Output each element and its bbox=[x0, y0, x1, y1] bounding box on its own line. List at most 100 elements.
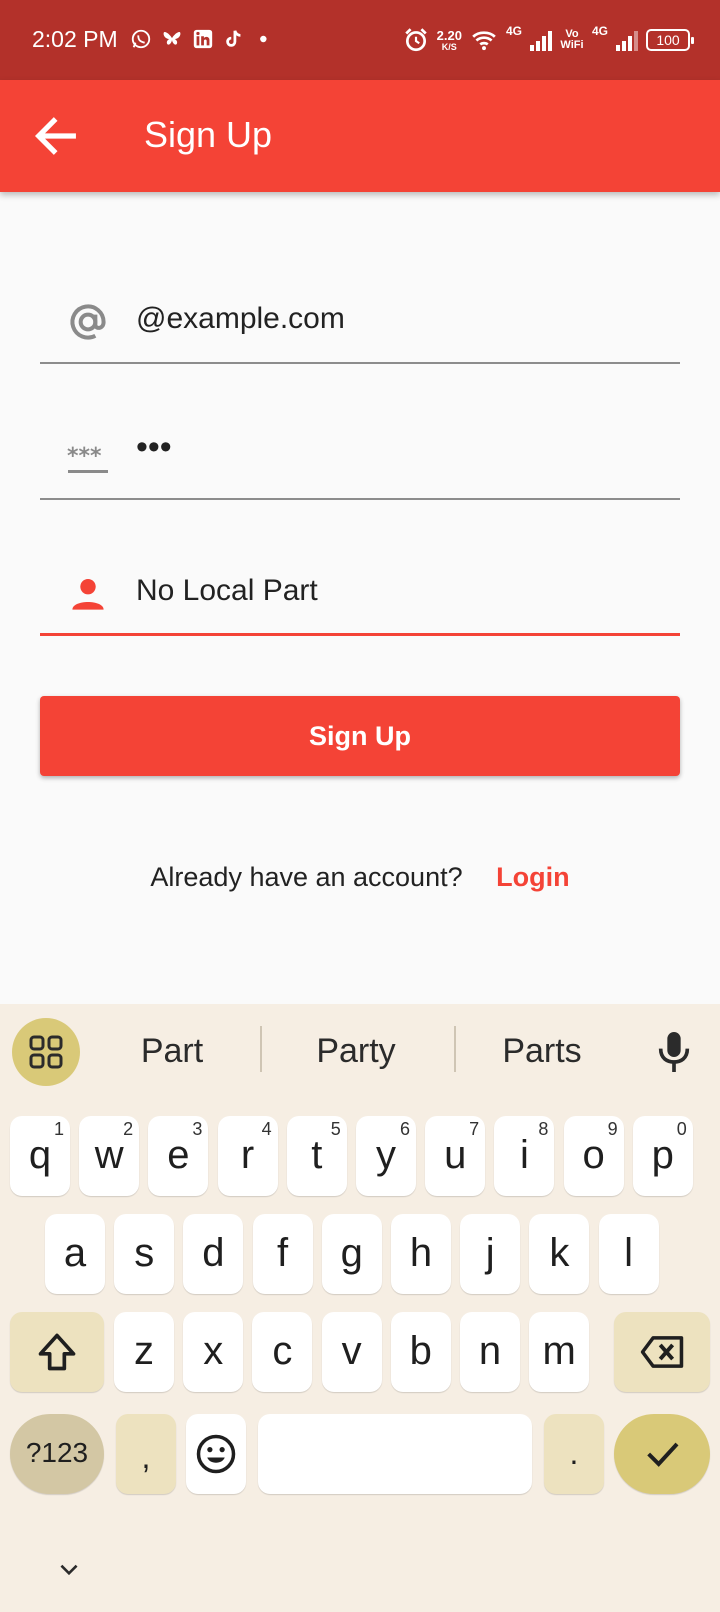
key-y[interactable]: y6 bbox=[356, 1116, 416, 1196]
key-label: t bbox=[311, 1133, 323, 1177]
key-n[interactable]: n bbox=[460, 1312, 520, 1392]
keyboard-menu-button[interactable] bbox=[12, 1018, 80, 1086]
email-input-value[interactable]: @example.com bbox=[136, 302, 345, 336]
key-a[interactable]: a bbox=[45, 1214, 105, 1294]
key-c[interactable]: c bbox=[252, 1312, 313, 1392]
password-field[interactable]: *** ••• bbox=[40, 416, 680, 500]
key-label: q bbox=[28, 1133, 52, 1177]
space-key[interactable] bbox=[258, 1414, 532, 1494]
key-label: a bbox=[63, 1231, 87, 1275]
apps-grid-icon bbox=[29, 1035, 63, 1069]
emoji-key[interactable] bbox=[186, 1414, 246, 1494]
key-l[interactable]: l bbox=[598, 1214, 659, 1294]
more-notifications-dot-icon bbox=[260, 35, 267, 43]
key-r[interactable]: r4 bbox=[217, 1116, 278, 1196]
linkedin-icon bbox=[193, 29, 213, 49]
network-speed: 2.20 K/S bbox=[436, 27, 462, 52]
key-d[interactable]: d bbox=[183, 1214, 244, 1294]
key-number-hint: 3 bbox=[192, 1119, 203, 1139]
email-field[interactable]: @example.com bbox=[40, 280, 680, 364]
suggestion-2[interactable]: Party bbox=[266, 1032, 446, 1071]
key-label: g bbox=[340, 1231, 363, 1275]
key-label: v bbox=[341, 1329, 362, 1373]
signal-strength-1-icon bbox=[529, 29, 552, 51]
key-label: s bbox=[134, 1231, 155, 1275]
emoji-icon bbox=[196, 1434, 236, 1474]
key-label: f bbox=[277, 1231, 289, 1275]
microphone-icon[interactable] bbox=[654, 1030, 694, 1074]
lte-label-1: 4G bbox=[505, 24, 522, 38]
key-label: l bbox=[624, 1231, 634, 1275]
key-label: z bbox=[134, 1329, 154, 1373]
wifi-icon bbox=[472, 31, 496, 51]
key-label: h bbox=[409, 1231, 433, 1275]
key-w[interactable]: w2 bbox=[79, 1116, 140, 1196]
suggestion-1[interactable]: Part bbox=[82, 1032, 262, 1071]
key-label: j bbox=[485, 1231, 495, 1275]
key-k[interactable]: k bbox=[529, 1214, 590, 1294]
keyboard: Part Party Parts ?123 , . q 1 w 2 e 3 r … bbox=[0, 1004, 720, 1612]
key-u[interactable]: u7 bbox=[425, 1116, 486, 1196]
key-number-hint: 9 bbox=[607, 1119, 618, 1139]
symbols-key[interactable]: ?123 bbox=[10, 1414, 104, 1494]
shift-arrow-icon bbox=[38, 1333, 76, 1371]
key-number-hint: 5 bbox=[330, 1119, 341, 1139]
key-label: y bbox=[376, 1133, 396, 1177]
hide-keyboard-chevron-icon[interactable] bbox=[56, 1560, 82, 1580]
battery-indicator: 100 bbox=[646, 29, 694, 51]
key-number-hint: 4 bbox=[261, 1119, 272, 1139]
backspace-key[interactable] bbox=[614, 1312, 710, 1392]
name-input-value[interactable]: No Local Part bbox=[136, 574, 318, 608]
key-p[interactable]: p0 bbox=[632, 1116, 693, 1196]
checkmark-icon bbox=[647, 1442, 679, 1467]
key-number-hint: 8 bbox=[538, 1119, 549, 1139]
done-key[interactable] bbox=[614, 1414, 710, 1494]
suggestion-3[interactable]: Parts bbox=[452, 1032, 632, 1071]
key-z[interactable]: z bbox=[114, 1312, 174, 1392]
login-prompt: Already have an account? bbox=[150, 862, 463, 892]
key-o[interactable]: o9 bbox=[563, 1116, 624, 1196]
back-arrow-icon[interactable] bbox=[30, 110, 82, 162]
key-i[interactable]: i8 bbox=[494, 1116, 555, 1196]
person-icon bbox=[72, 578, 104, 610]
key-g[interactable]: g bbox=[321, 1214, 382, 1294]
key-number-hint: 6 bbox=[399, 1119, 410, 1139]
key-t[interactable]: t5 bbox=[286, 1116, 347, 1196]
key-m[interactable]: m bbox=[529, 1312, 590, 1392]
password-input-value[interactable]: ••• bbox=[136, 428, 172, 467]
key-label: d bbox=[202, 1231, 225, 1275]
key-b[interactable]: b bbox=[390, 1312, 451, 1392]
key-number-hint: 0 bbox=[676, 1119, 687, 1139]
key-h[interactable]: h bbox=[391, 1214, 451, 1294]
key-x[interactable]: x bbox=[183, 1312, 244, 1392]
status-bar: 2:02 PM 2.20 K/S 4G Vo WiFi 4G 100 bbox=[0, 0, 720, 80]
page-title: Sign Up bbox=[144, 114, 273, 155]
bluesky-icon bbox=[163, 32, 181, 45]
key-label: c bbox=[272, 1329, 293, 1373]
key-label: i bbox=[519, 1133, 529, 1177]
key-q[interactable]: q1 bbox=[10, 1116, 70, 1196]
key-number-hint: 1 bbox=[53, 1119, 64, 1139]
login-link[interactable]: Login bbox=[496, 862, 569, 892]
name-field[interactable]: No Local Part bbox=[40, 552, 680, 636]
status-right-icons: 2.20 K/S 4G Vo WiFi 4G 100 bbox=[403, 22, 694, 58]
key-v[interactable]: v bbox=[321, 1312, 382, 1392]
key-f[interactable]: f bbox=[252, 1214, 313, 1294]
sign-up-button[interactable]: Sign Up bbox=[40, 696, 680, 776]
key-j[interactable]: j bbox=[460, 1214, 521, 1294]
svg-text:***: *** bbox=[67, 444, 102, 469]
key-label: o bbox=[582, 1133, 605, 1177]
tiktok-icon bbox=[226, 30, 241, 47]
shift-key[interactable] bbox=[10, 1312, 104, 1392]
key-label: b bbox=[409, 1329, 432, 1373]
alarm-icon bbox=[404, 28, 427, 52]
signal-strength-2-icon bbox=[616, 29, 638, 51]
period-key[interactable]: . bbox=[544, 1414, 604, 1494]
whatsapp-icon bbox=[131, 29, 151, 49]
key-label: e bbox=[167, 1133, 190, 1177]
key-s[interactable]: s bbox=[114, 1214, 175, 1294]
key-label: u bbox=[444, 1133, 467, 1177]
key-e[interactable]: e3 bbox=[148, 1116, 209, 1196]
password-icon: *** bbox=[67, 444, 108, 473]
comma-key[interactable]: , bbox=[116, 1414, 176, 1494]
